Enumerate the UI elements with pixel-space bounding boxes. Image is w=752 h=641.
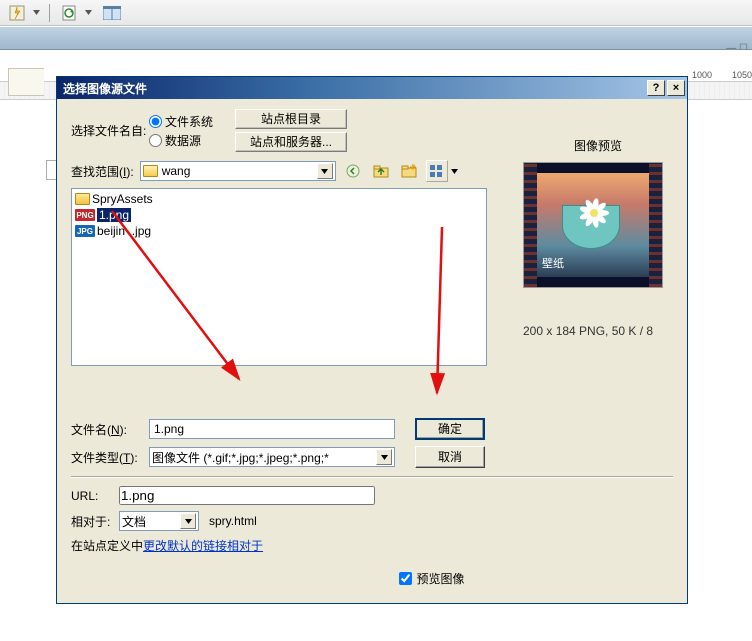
preview-checkbox-label: 预览图像 [416, 570, 464, 587]
preview-info: 200 x 184 PNG, 50 K / 8 [523, 324, 673, 338]
refresh-page-icon[interactable] [58, 3, 80, 23]
jpg-file-icon: JPG [75, 225, 95, 237]
cancel-button[interactable]: 取消 [415, 446, 485, 468]
ruler-tick: 1000 [692, 70, 712, 80]
panel-icon[interactable] [101, 3, 123, 23]
dialog-title: 选择图像源文件 [63, 80, 147, 97]
relative-to-combo[interactable]: 文档 [119, 511, 199, 531]
separator [49, 4, 50, 22]
file-name: 1.png [97, 208, 131, 222]
dropdown-arrow-icon[interactable] [32, 3, 41, 23]
relative-to-value: 文档 [122, 513, 146, 530]
filename-input[interactable] [149, 419, 395, 439]
url-input[interactable] [119, 486, 375, 505]
preview-title: 图像预览 [523, 137, 673, 154]
look-in-combo[interactable]: wang [140, 161, 336, 181]
thumbnail-caption: 壁纸 [542, 255, 564, 271]
dropdown-arrow-icon[interactable] [450, 161, 459, 181]
list-item[interactable]: SpryAssets [74, 191, 484, 207]
file-name: beijing.jpg [97, 224, 151, 238]
folder-name: SpryAssets [92, 192, 153, 206]
lightning-split-icon[interactable] [6, 3, 28, 23]
help-button[interactable]: ? [647, 80, 665, 96]
dropdown-arrow-icon[interactable] [84, 3, 93, 23]
site-root-button[interactable]: 站点根目录 [235, 109, 347, 129]
relative-to-label: 相对于: [71, 513, 119, 530]
list-item[interactable]: JPG beijing.jpg [74, 223, 484, 239]
look-in-value: wang [162, 164, 191, 178]
filetype-label: 文件类型(T): [71, 449, 149, 466]
png-file-icon: PNG [75, 209, 95, 221]
app-toolbar [0, 0, 752, 26]
file-open-dialog: 选择图像源文件 ? × 选择文件名自: 文件系统 数据源 站点根目录 站点和服务… [56, 76, 688, 604]
dropdown-arrow-icon[interactable] [376, 449, 392, 465]
relative-file-label: spry.html [209, 514, 257, 528]
filename-label: 文件名(N): [71, 421, 149, 438]
ok-button[interactable]: 确定 [415, 418, 485, 440]
dialog-titlebar[interactable]: 选择图像源文件 ? × [57, 77, 687, 99]
folder-open-icon [143, 165, 158, 177]
url-label: URL: [71, 489, 119, 503]
filetype-value: 图像文件 (*.gif;*.jpg;*.jpeg;*.png;* [152, 449, 329, 466]
folder-icon [75, 193, 90, 205]
list-item[interactable]: PNG 1.png [74, 207, 484, 223]
select-source-label: 选择文件名自: [71, 122, 149, 139]
radio-datasource[interactable]: 数据源 [149, 132, 213, 149]
site-server-button[interactable]: 站点和服务器... [235, 132, 347, 152]
file-list[interactable]: SpryAssets PNG 1.png JPG beijing.jpg [71, 188, 487, 366]
filetype-combo[interactable]: 图像文件 (*.gif;*.jpg;*.jpeg;*.png;* [149, 447, 395, 467]
view-menu-icon[interactable] [426, 160, 448, 182]
preview-panel: 图像预览 壁纸 200 x 184 PNG, 50 K / 8 [523, 137, 673, 338]
dropdown-arrow-icon[interactable] [317, 163, 333, 179]
back-icon[interactable] [342, 160, 364, 182]
document-tab[interactable] [8, 68, 44, 96]
ruler-tick: 1050 [732, 70, 752, 80]
dropdown-arrow-icon[interactable] [180, 513, 196, 529]
close-button[interactable]: × [667, 80, 685, 96]
preview-checkbox[interactable] [399, 572, 412, 585]
change-default-link[interactable]: 更改默认的链接相对于 [143, 537, 263, 554]
preview-thumbnail: 壁纸 [523, 162, 663, 288]
up-folder-icon[interactable] [370, 160, 392, 182]
site-note-prefix: 在站点定义中 [71, 537, 143, 554]
look-in-label: 查找范围(I): [71, 163, 134, 180]
app-header-strip: — ☐ [0, 26, 752, 50]
new-folder-icon[interactable] [398, 160, 420, 182]
radio-filesystem[interactable]: 文件系统 [149, 113, 213, 130]
